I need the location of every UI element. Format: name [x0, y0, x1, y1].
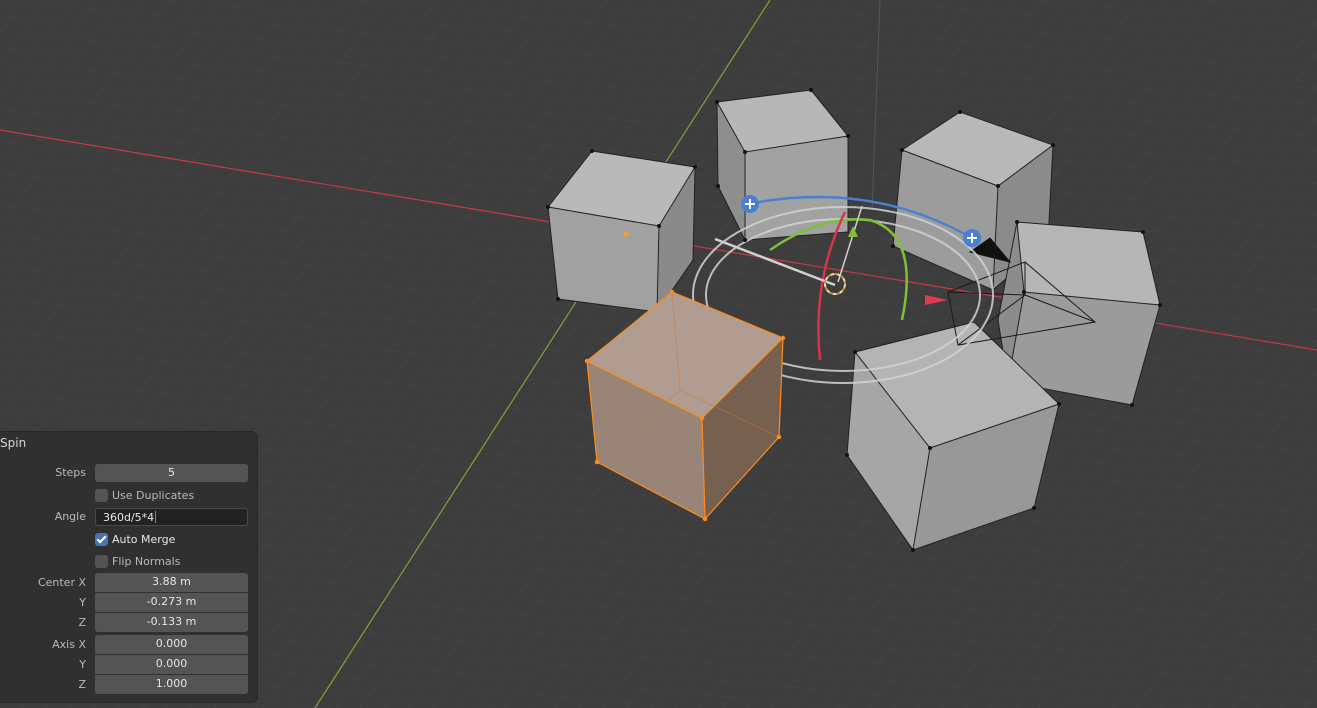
axis-y-label: Y	[79, 658, 86, 671]
axis-x-label: Axis X	[52, 638, 86, 651]
spin-operator-panel: Spin Steps 5 Use Duplicates Angle 360d/5…	[0, 432, 257, 702]
use-duplicates-label[interactable]: Use Duplicates	[112, 489, 194, 502]
center-z-label: Z	[78, 616, 86, 629]
spin-handle-start[interactable]	[741, 195, 759, 213]
axis-z-field[interactable]: 1.000	[95, 675, 248, 694]
center-z-row: Z -0.133 m	[0, 613, 257, 633]
center-y-row: Y -0.273 m	[0, 593, 257, 613]
axis-z-row: Z 1.000	[0, 675, 257, 695]
center-x-label: Center X	[37, 576, 86, 589]
axis-x-row: Axis X 0.000	[0, 635, 257, 655]
center-y-field[interactable]: -0.273 m	[95, 593, 248, 612]
center-x-field[interactable]: 3.88 m	[95, 573, 248, 592]
center-y-label: Y	[79, 596, 86, 609]
auto-merge-checkbox[interactable]	[95, 533, 108, 546]
auto-merge-label[interactable]: Auto Merge	[112, 533, 175, 546]
flip-normals-label[interactable]: Flip Normals	[112, 555, 180, 568]
text-caret	[155, 511, 157, 523]
axis-y-field[interactable]: 0.000	[95, 655, 248, 674]
use-duplicates-row: Use Duplicates	[0, 487, 257, 507]
axis-z-label: Z	[78, 678, 86, 691]
panel-title[interactable]: Spin	[0, 436, 26, 450]
angle-value: 360d/5*4	[103, 511, 155, 524]
angle-field[interactable]: 360d/5*4	[95, 508, 248, 526]
steps-field[interactable]: 5	[95, 464, 248, 482]
flip-normals-row: Flip Normals	[0, 553, 257, 573]
center-x-row: Center X 3.88 m	[0, 573, 257, 593]
flip-normals-checkbox[interactable]	[95, 555, 108, 568]
angle-label: Angle	[54, 510, 86, 523]
spin-handle-end[interactable]	[963, 229, 981, 247]
axis-x-field[interactable]: 0.000	[95, 635, 248, 654]
steps-row: Steps 5	[0, 463, 257, 483]
angle-row: Angle 360d/5*4	[0, 507, 257, 527]
cube-back-center[interactable]	[716, 89, 849, 241]
steps-label: Steps	[55, 466, 86, 479]
use-duplicates-checkbox[interactable]	[95, 489, 108, 502]
auto-merge-row: Auto Merge	[0, 531, 257, 551]
axis-y-row: Y 0.000	[0, 655, 257, 675]
center-z-field[interactable]: -0.133 m	[95, 613, 248, 632]
